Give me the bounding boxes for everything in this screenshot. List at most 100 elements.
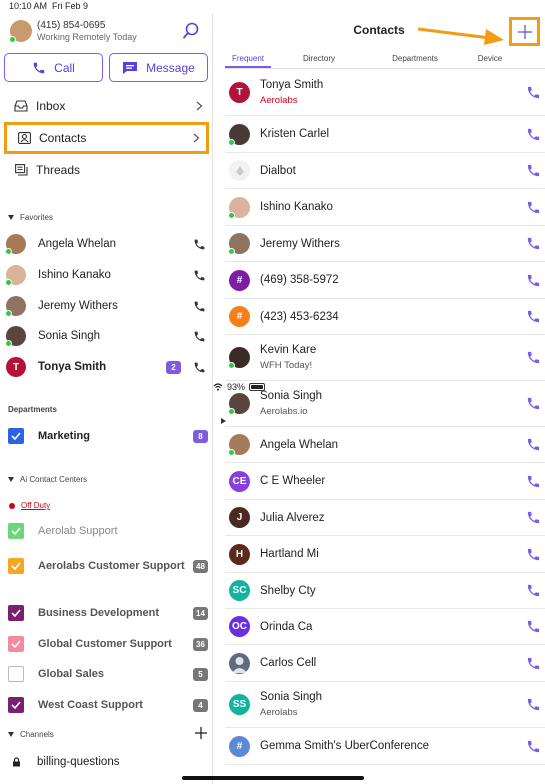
contact-row[interactable]: Jeremy Withers: [225, 226, 545, 262]
favorite-item[interactable]: Sonia Singh: [5, 323, 210, 349]
contact-row[interactable]: # (423) 453-6234: [225, 299, 545, 335]
checkbox[interactable]: [8, 428, 24, 444]
contact-row[interactable]: CE C E Wheeler: [225, 463, 545, 500]
department-item[interactable]: Marketing 8: [8, 428, 212, 444]
favorite-item[interactable]: Angela Whelan: [5, 231, 210, 257]
phone-icon[interactable]: [526, 309, 541, 324]
add-channel-icon[interactable]: [195, 727, 207, 739]
contact-center-item[interactable]: West Coast Support 4: [8, 697, 212, 713]
off-duty-status[interactable]: Off Duty: [9, 501, 50, 510]
contact-row[interactable]: T Tonya Smith Aerolabs: [225, 70, 545, 116]
checkbox[interactable]: [8, 523, 24, 539]
nav-threads[interactable]: Threads: [4, 155, 209, 185]
contact-row[interactable]: # (469) 358-5972: [225, 262, 545, 299]
phone-icon[interactable]: [526, 200, 541, 215]
message-icon: [123, 61, 138, 74]
home-indicator[interactable]: [182, 776, 364, 780]
contact-row[interactable]: Carlos Cell: [225, 645, 545, 682]
contact-center-item[interactable]: Global Customer Support 36: [8, 636, 212, 652]
checkbox[interactable]: [8, 697, 24, 713]
contact-row[interactable]: Sonia Singh Aerolabs.io: [225, 381, 545, 427]
favorite-item[interactable]: Jeremy Withers: [5, 293, 210, 319]
checkbox[interactable]: [8, 666, 24, 682]
avatar: [228, 347, 250, 369]
threads-icon: [6, 164, 36, 176]
contact-row[interactable]: J Julia Alverez: [225, 500, 545, 536]
phone-icon[interactable]: [526, 85, 541, 100]
chevron-right-icon: [196, 101, 203, 111]
phone-icon[interactable]: [193, 300, 206, 313]
caret-down-icon: [8, 477, 14, 482]
contact-row[interactable]: Kevin Kare WFH Today!: [225, 335, 545, 381]
message-button[interactable]: Message: [109, 53, 208, 82]
avatar: H: [229, 543, 250, 565]
phone-icon[interactable]: [526, 510, 541, 525]
contact-row[interactable]: SC Shelby Cty: [225, 573, 545, 609]
avatar: [5, 265, 26, 286]
phone-icon[interactable]: [193, 361, 206, 374]
phone-icon[interactable]: [526, 437, 541, 452]
favorites-header[interactable]: Favorites: [8, 213, 53, 222]
phone-icon[interactable]: [526, 127, 541, 142]
tab-device[interactable]: Device: [463, 51, 517, 68]
phone-icon[interactable]: [193, 330, 206, 343]
search-icon[interactable]: [181, 21, 201, 41]
nav-contacts[interactable]: Contacts: [4, 122, 209, 154]
contact-row[interactable]: Kristen Carlel: [225, 116, 545, 153]
favorite-item[interactable]: Ishino Kanako: [5, 262, 210, 288]
checkbox[interactable]: [8, 558, 24, 574]
contact-center-item[interactable]: Aerolabs Customer Support 48: [8, 558, 212, 574]
phone-icon[interactable]: [526, 350, 541, 365]
phone-icon[interactable]: [526, 474, 541, 489]
phone-icon[interactable]: [193, 269, 206, 282]
checkbox[interactable]: [8, 636, 24, 652]
contact-row[interactable]: Angela Whelan: [225, 427, 545, 463]
avatar: [228, 233, 250, 255]
checkbox[interactable]: [8, 605, 24, 621]
count-badge: 8: [193, 429, 208, 443]
phone-icon[interactable]: [526, 163, 541, 178]
contact-center-item[interactable]: Aerolab Support: [8, 523, 212, 539]
avatar: [228, 393, 250, 415]
contact-row[interactable]: Ishino Kanako: [225, 189, 545, 226]
contact-row[interactable]: H Hartland Mi: [225, 536, 545, 573]
contact-row[interactable]: OC Orinda Ca: [225, 609, 545, 645]
departments-header[interactable]: Departments: [8, 405, 226, 424]
contact-row[interactable]: # Gemma Smith's UberConference: [225, 728, 545, 765]
call-button[interactable]: Call: [4, 53, 103, 82]
phone-icon[interactable]: [526, 739, 541, 754]
phone-icon[interactable]: [193, 238, 206, 251]
contact-row[interactable]: SS Sonia Singh Aerolabs: [225, 682, 545, 728]
avatar: #: [229, 269, 250, 291]
phone-icon[interactable]: [526, 583, 541, 598]
bot-avatar-icon: [229, 160, 250, 181]
phone-icon[interactable]: [526, 273, 541, 288]
contact-row[interactable]: Dialbot: [225, 153, 545, 189]
count-badge: 4: [193, 698, 208, 712]
nav-inbox[interactable]: Inbox: [4, 91, 209, 121]
status-bar: 10:10 AM Fri Feb 9 93%: [0, 0, 545, 392]
phone-icon[interactable]: [526, 619, 541, 634]
phone-icon[interactable]: [526, 396, 541, 411]
lock-icon: [12, 757, 21, 767]
tab-departments[interactable]: Departments: [367, 51, 463, 68]
tab-frequent[interactable]: Frequent: [225, 51, 271, 68]
contact-center-item[interactable]: Global Sales 5: [8, 666, 212, 682]
phone-icon[interactable]: [526, 697, 541, 712]
channel-item[interactable]: billing-questions: [12, 749, 216, 775]
add-contact-button[interactable]: [509, 17, 540, 46]
tab-directory[interactable]: Directory: [271, 51, 367, 68]
avatar: [228, 123, 250, 146]
user-profile[interactable]: (415) 854-0695 Working Remotely Today: [9, 20, 137, 43]
favorite-item[interactable]: T Tonya Smith 2: [6, 354, 210, 380]
phone-icon[interactable]: [526, 547, 541, 562]
channels-header[interactable]: Channels: [8, 730, 208, 739]
phone-icon[interactable]: [526, 656, 541, 671]
phone-icon[interactable]: [526, 236, 541, 251]
contact-center-item[interactable]: Business Development 14: [8, 605, 212, 621]
avatar: [5, 326, 26, 347]
avatar: T: [6, 357, 26, 377]
contact-centers-header[interactable]: Ai Contact Centers: [8, 475, 87, 484]
avatar: J: [229, 507, 250, 528]
avatar: #: [229, 735, 250, 757]
